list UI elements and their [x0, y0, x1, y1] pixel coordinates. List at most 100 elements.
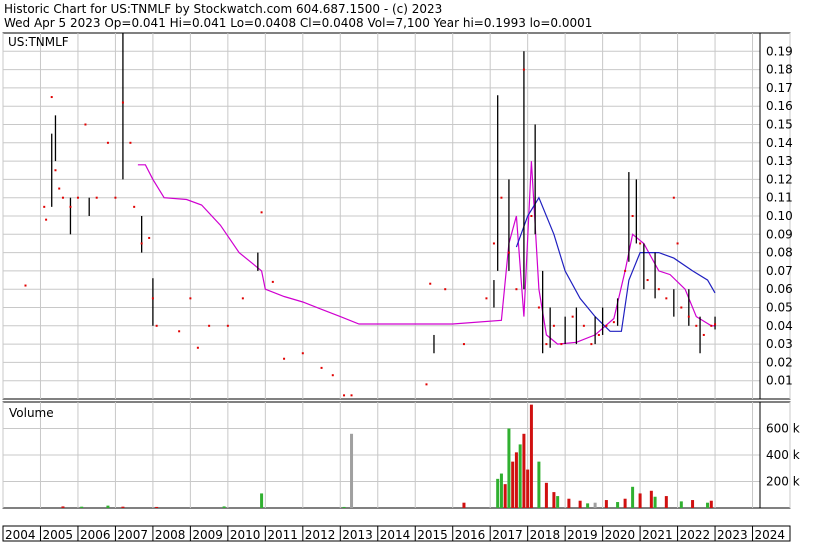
volume-bar-up [586, 503, 590, 508]
close-dot [429, 282, 432, 285]
volume-bar-down [121, 506, 125, 508]
close-dot [710, 324, 713, 327]
volume-bar-down [522, 433, 526, 508]
year-label: 2007 [117, 528, 148, 542]
year-label: 2021 [642, 528, 673, 542]
price-tick-label: 0.17 [766, 81, 793, 95]
close-dot [148, 236, 151, 239]
close-dot [646, 279, 649, 282]
close-dot [425, 383, 428, 386]
volume-bar-up [222, 506, 226, 508]
close-dot [260, 211, 263, 214]
close-dot [485, 297, 488, 300]
year-labels: 2004 2005 2006 2007 2008 2009 2010 2011 2012 2013… [5, 526, 785, 542]
volume-bar-down [526, 469, 530, 508]
close-dot [552, 324, 555, 327]
year-label: 2018 [530, 528, 561, 542]
close-dot [657, 288, 660, 291]
close-dot [84, 123, 87, 126]
price-panel-label: US:TNMLF [8, 35, 69, 49]
volume-bar-down [709, 500, 713, 508]
close-dot [61, 196, 64, 199]
close-dot [590, 343, 593, 346]
close-dot [283, 357, 286, 360]
volume-tick-label: 200 k [766, 475, 800, 489]
close-dot [624, 269, 627, 272]
close-dot [631, 215, 634, 217]
volume-bar-up [499, 473, 503, 508]
close-dot [695, 324, 698, 327]
close-dot [444, 288, 447, 291]
close-dot [582, 324, 585, 327]
close-dot [50, 96, 53, 99]
year-label: 2013 [342, 528, 373, 542]
volume-bar-down [623, 498, 627, 508]
volume-bar-up [518, 444, 522, 508]
close-dot [129, 141, 132, 144]
volume-bar-down [61, 506, 65, 508]
close-dot [140, 242, 143, 245]
volume-bar-up [706, 502, 710, 508]
volume-bar-down [664, 496, 668, 508]
volume-bar-up [80, 506, 84, 508]
year-label: 2015 [417, 528, 448, 542]
price-tick-label: 0.14 [766, 136, 793, 150]
volume-bar-up [537, 461, 541, 508]
close-dot [343, 394, 346, 397]
close-dot [530, 215, 533, 217]
close-dot [43, 205, 46, 208]
close-dot [151, 297, 154, 300]
year-label: 2006 [80, 528, 111, 542]
close-dot [612, 321, 615, 324]
price-tick-label: 0.04 [766, 319, 793, 333]
year-label: 2024 [755, 528, 786, 542]
price-tick-label: 0.18 [766, 63, 793, 77]
close-dot [560, 343, 563, 346]
close-dot [571, 315, 574, 318]
close-dot [45, 218, 48, 221]
volume-bar-up [106, 505, 110, 508]
close-dot [702, 333, 705, 336]
close-dot [114, 196, 117, 199]
price-tick-label: 0.12 [766, 172, 793, 186]
close-dot [639, 242, 642, 245]
volume-bar-down [529, 404, 533, 508]
close-dot [106, 141, 109, 144]
volume-bar-down [511, 461, 515, 508]
close-dot [155, 324, 158, 327]
close-dot [95, 196, 98, 199]
price-tick-label: 0.07 [766, 264, 793, 278]
close-dot [665, 297, 668, 300]
volume-bar-flat [593, 502, 597, 508]
close-dot [133, 205, 136, 208]
price-tick-label: 0.13 [766, 154, 793, 168]
close-dot [714, 323, 717, 326]
year-label: 2020 [605, 528, 636, 542]
year-label: 2017 [492, 528, 523, 542]
close-dot [676, 242, 679, 245]
volume-axis-ticks: 200 k 400 k 600 k [766, 422, 800, 489]
volume-bar-down [604, 500, 608, 508]
close-dot [189, 297, 192, 300]
price-tick-label: 0.19 [766, 44, 793, 58]
close-dot [226, 324, 229, 327]
year-label: 2011 [267, 528, 298, 542]
close-dot [500, 196, 503, 199]
volume-bar-down [578, 500, 582, 508]
price-tick-label: 0.09 [766, 227, 793, 241]
year-label: 2022 [680, 528, 711, 542]
volume-tick-label: 400 k [766, 448, 800, 462]
volume-bar-down [691, 500, 695, 508]
volume-bar-up [496, 478, 500, 508]
chart-header-line1: Historic Chart for US:TNMLF by Stockwatc… [4, 2, 442, 16]
year-label: 2016 [455, 528, 486, 542]
year-label: 2012 [305, 528, 336, 542]
volume-tick-label: 600 k [766, 422, 800, 436]
close-dot [320, 366, 323, 369]
volume-bar-up [616, 502, 620, 508]
volume-bar-down [544, 482, 548, 508]
price-tick-label: 0.15 [766, 118, 793, 132]
year-label: 2004 [5, 528, 36, 542]
close-dot [331, 374, 334, 377]
volume-bar-flat [350, 433, 354, 508]
